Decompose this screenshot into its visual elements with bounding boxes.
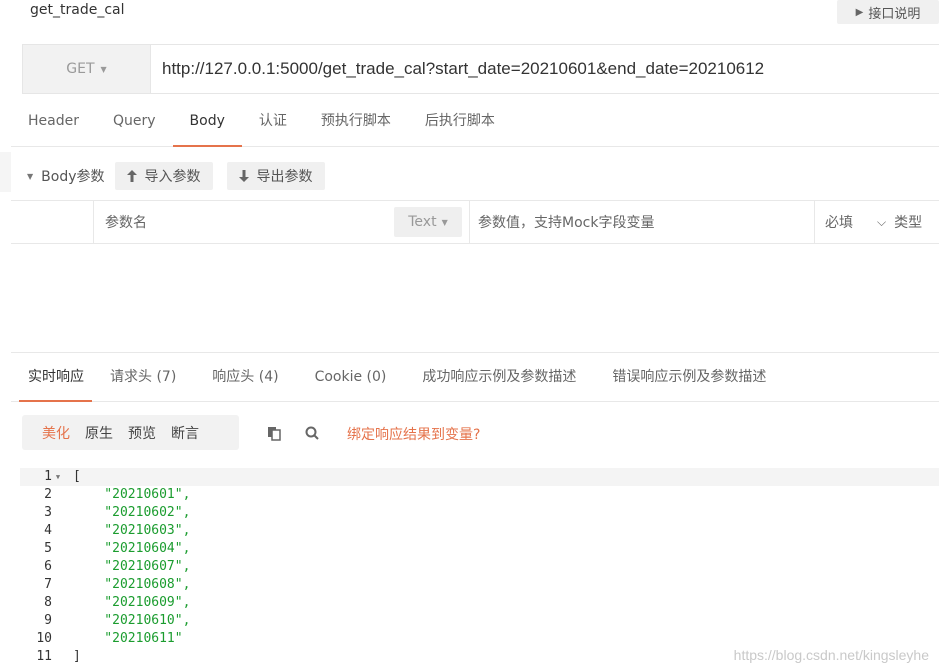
- tab-body[interactable]: Body: [172, 96, 243, 147]
- line-number: 10: [36, 631, 52, 646]
- line-number: 11: [36, 649, 52, 664]
- code-text: "20210611": [73, 631, 183, 646]
- view-preview[interactable]: 预览: [128, 423, 156, 443]
- param-type-label: Text: [408, 214, 437, 230]
- method-select[interactable]: GET ▼: [23, 45, 151, 93]
- tab-header[interactable]: Header: [11, 96, 96, 146]
- copy-icon[interactable]: [265, 424, 283, 442]
- required-label[interactable]: 必填: [825, 212, 853, 232]
- code-text: "20210601",: [73, 487, 191, 502]
- param-name-cell: 参数名 Text ▼: [94, 201, 470, 243]
- code-line: 5 "20210604",: [20, 540, 939, 558]
- line-number: 1: [44, 469, 52, 484]
- code-line: 7 "20210608",: [20, 576, 939, 594]
- response-tabs: 实时响应 请求头 (7) 响应头 (4) Cookie (0) 成功响应示例及参…: [11, 353, 939, 402]
- method-label: GET: [66, 61, 95, 77]
- type-column-label: 类型: [894, 215, 923, 231]
- chevron-down-icon[interactable]: ⌵: [877, 215, 886, 230]
- chevron-down-icon: ▼: [441, 217, 448, 227]
- param-row: 参数名 Text ▼ 参数值，支持Mock字段变量 必填 ⌵ 类型: [11, 200, 939, 244]
- code-text: "20210609",: [73, 595, 191, 610]
- arrow-down-icon: [238, 170, 249, 182]
- line-number: 2: [44, 487, 52, 502]
- tab-pre-script[interactable]: 预执行脚本: [304, 96, 408, 146]
- line-number: 9: [44, 613, 52, 628]
- code-text: "20210608",: [73, 577, 191, 592]
- collapse-triangle-icon[interactable]: ▼: [27, 172, 33, 181]
- param-name-input[interactable]: 参数名: [105, 212, 147, 232]
- view-assert[interactable]: 断言: [171, 423, 199, 443]
- left-edge-strip: [0, 152, 11, 192]
- line-number: 3: [44, 505, 52, 520]
- search-icon[interactable]: [303, 424, 321, 442]
- code-line: 3 "20210602",: [20, 504, 939, 522]
- tab-auth[interactable]: 认证: [242, 96, 304, 146]
- code-text: "20210610",: [73, 613, 191, 628]
- export-params-button[interactable]: 导出参数: [226, 162, 325, 190]
- api-doc-label: 接口说明: [868, 6, 921, 22]
- code-text: "20210604",: [73, 541, 191, 556]
- code-line: 9 "20210610",: [20, 612, 939, 630]
- url-bar: GET ▼ http://127.0.0.1:5000/get_trade_ca…: [22, 44, 939, 94]
- param-required-cell: 必填 ⌵ 类型: [815, 201, 939, 243]
- response-view-switch: 美化 原生 预览 断言: [22, 415, 239, 450]
- bind-response-link[interactable]: 绑定响应结果到变量?: [347, 424, 480, 444]
- request-title: get_trade_cal: [30, 2, 125, 18]
- code-line: 10 "20210611": [20, 630, 939, 648]
- tab-cookie[interactable]: Cookie (0): [297, 353, 405, 401]
- code-text: "20210602",: [73, 505, 191, 520]
- line-number: 6: [44, 559, 52, 574]
- code-line: 2 "20210601",: [20, 486, 939, 504]
- request-tabs: Header Query Body 认证 预执行脚本 后执行脚本: [11, 96, 939, 147]
- chevron-down-icon: ▼: [100, 64, 107, 74]
- import-params-label: 导入参数: [144, 169, 201, 185]
- tab-post-script[interactable]: 后执行脚本: [408, 96, 512, 146]
- line-number: 4: [44, 523, 52, 538]
- export-params-label: 导出参数: [256, 169, 313, 185]
- code-text: [: [73, 469, 81, 484]
- code-line: 1 ▼ [: [20, 468, 939, 486]
- param-value-input[interactable]: 参数值，支持Mock字段变量: [470, 201, 815, 243]
- param-row-handle: [11, 201, 94, 243]
- code-line: 6 "20210607",: [20, 558, 939, 576]
- watermark: https://blog.csdn.net/kingsleyhe: [733, 647, 929, 663]
- arrow-up-icon: [126, 170, 137, 182]
- code-text: "20210603",: [73, 523, 191, 538]
- fold-toggle-icon[interactable]: ▼: [52, 468, 64, 486]
- body-params-toolbar: ▼ Body参数 导入参数 导出参数: [11, 152, 939, 200]
- url-input[interactable]: http://127.0.0.1:5000/get_trade_cal?star…: [151, 45, 939, 93]
- code-text: "20210607",: [73, 559, 191, 574]
- tab-query[interactable]: Query: [96, 96, 173, 146]
- tab-live-response[interactable]: 实时响应: [11, 353, 92, 402]
- body-params-label: Body参数: [41, 169, 105, 185]
- tab-response-headers[interactable]: 响应头 (4): [194, 353, 296, 401]
- import-params-button[interactable]: 导入参数: [114, 162, 213, 190]
- tab-request-headers[interactable]: 请求头 (7): [92, 353, 194, 401]
- line-number: 7: [44, 577, 52, 592]
- response-body-viewer: 1 ▼[2 "20210601", 3 "20210602", 4 "20210603…: [20, 468, 939, 671]
- play-icon: ▶: [855, 6, 864, 18]
- tab-error-example[interactable]: 错误响应示例及参数描述: [594, 353, 784, 401]
- line-number: 8: [44, 595, 52, 610]
- view-pretty[interactable]: 美化: [42, 423, 70, 443]
- api-doc-button[interactable]: ▶ 接口说明: [837, 0, 939, 24]
- line-number: 5: [44, 541, 52, 556]
- code-line: 8 "20210609",: [20, 594, 939, 612]
- code-text: ]: [73, 649, 81, 664]
- code-line: 4 "20210603",: [20, 522, 939, 540]
- tab-success-example[interactable]: 成功响应示例及参数描述: [404, 353, 594, 401]
- view-raw[interactable]: 原生: [85, 423, 113, 443]
- param-type-select[interactable]: Text ▼: [394, 207, 462, 237]
